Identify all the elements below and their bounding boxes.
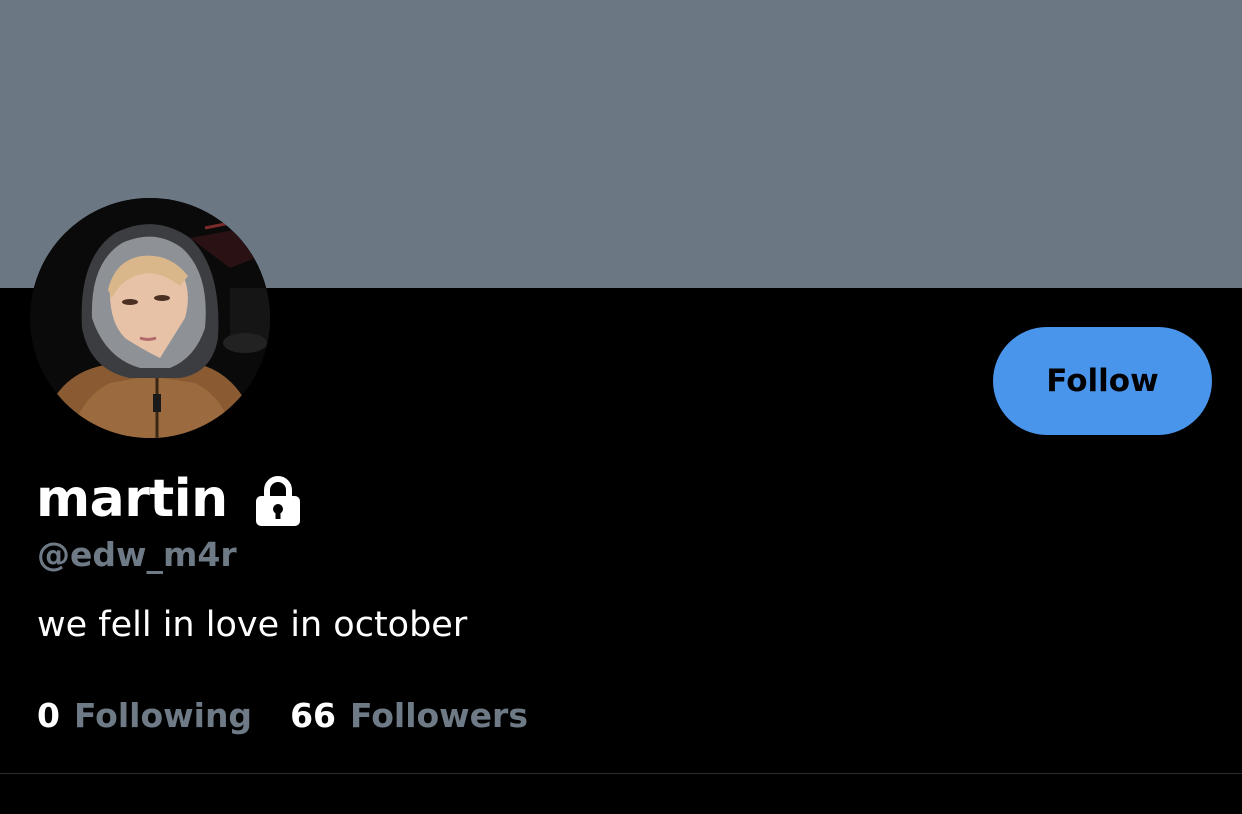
profile-bio: we fell in love in october: [37, 605, 468, 645]
profile-handle: @edw_m4r: [37, 535, 237, 574]
display-name: martin: [36, 469, 228, 529]
name-row: martin: [36, 466, 302, 532]
followers-count: 66: [290, 696, 336, 735]
profile-stats: 0 Following 66 Followers: [37, 694, 528, 738]
followers-label: Followers: [350, 696, 528, 735]
follow-button[interactable]: Follow: [993, 327, 1212, 435]
following-stat[interactable]: 0 Following: [37, 694, 252, 738]
profile-page: Follow martin @edw_m4r we fell in love i…: [0, 0, 1242, 814]
section-divider: [0, 773, 1242, 774]
followers-stat[interactable]: 66 Followers: [290, 694, 528, 738]
following-label: Following: [73, 696, 253, 735]
lock-icon: [254, 476, 302, 526]
following-count: 0: [37, 696, 60, 735]
avatar[interactable]: [30, 198, 270, 438]
avatar-photo: [30, 198, 270, 438]
